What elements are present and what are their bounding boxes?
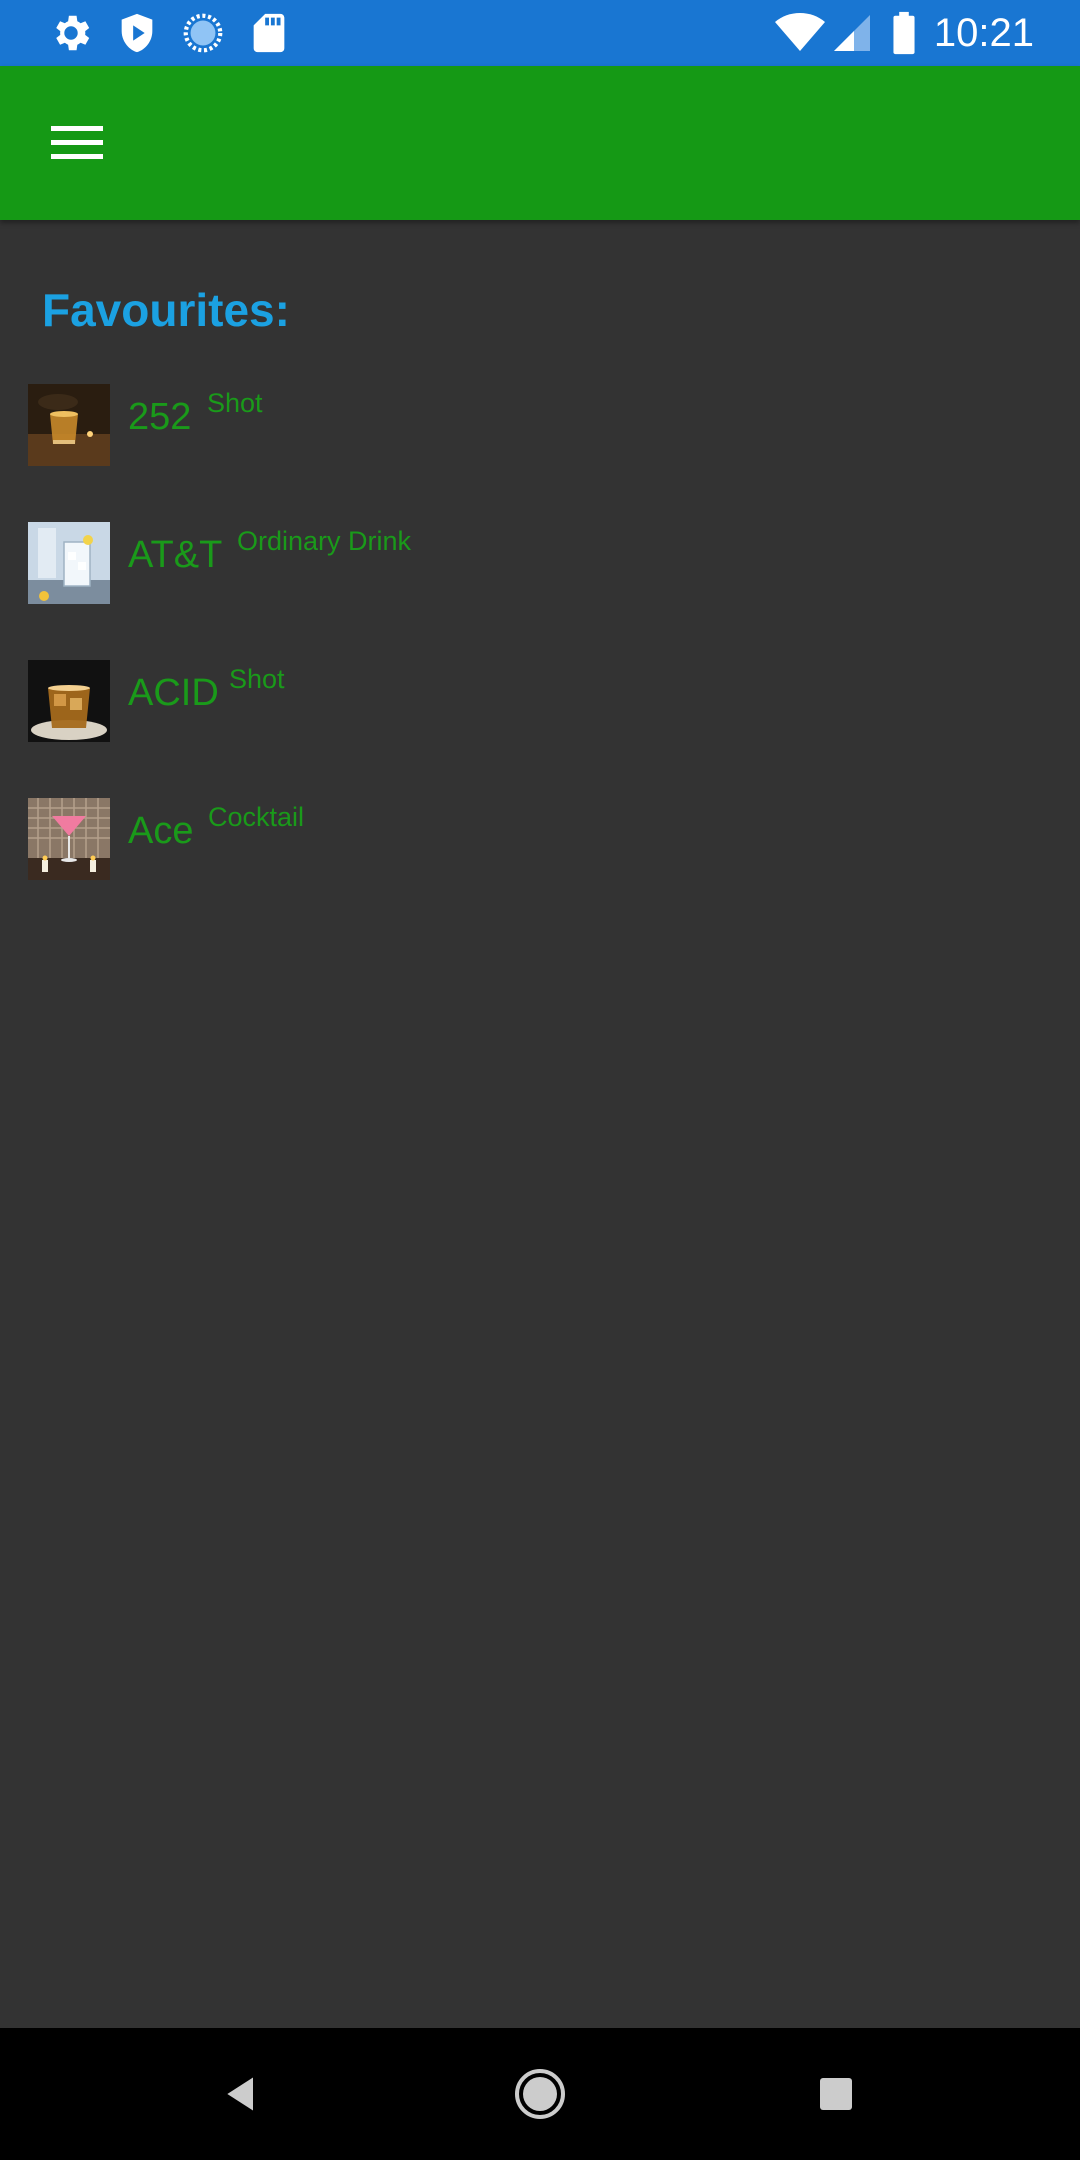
favourites-page: Favourites: 252 Shot AT&T Ordinary Drink… (0, 220, 1080, 2028)
list-item[interactable]: 252 Shot (0, 384, 1080, 522)
recents-button[interactable] (796, 2054, 876, 2134)
list-item[interactable]: Ace Cocktail (0, 798, 1080, 936)
sd-card-icon (246, 10, 292, 56)
home-icon (515, 2069, 565, 2119)
back-icon (227, 2077, 253, 2111)
shot-glass-thumbnail (28, 384, 110, 466)
hamburger-menu-icon (51, 126, 103, 159)
drink-name: ACID (128, 672, 219, 714)
navigation-bar (0, 2028, 1080, 2160)
highball-glass-thumbnail (28, 522, 110, 604)
back-button[interactable] (202, 2054, 282, 2134)
pink-martini-thumbnail (28, 798, 110, 880)
app-screen: 10:21 Favourites: 252 Shot AT&T Ordinary… (0, 0, 1080, 2160)
drink-category: Shot (207, 388, 263, 418)
home-button[interactable] (500, 2054, 580, 2134)
settings-icon (48, 10, 94, 56)
cell-signal-icon (832, 10, 872, 56)
status-time: 10:21 (933, 11, 1034, 55)
rocks-glass-thumbnail (28, 660, 110, 742)
drink-category: Ordinary Drink (237, 526, 412, 556)
recents-icon (820, 2078, 852, 2110)
drink-category: Cocktail (208, 802, 305, 832)
battery-icon (890, 10, 918, 56)
status-bar: 10:21 (0, 0, 1080, 66)
loading-circle-icon (180, 10, 226, 56)
drink-category: Shot (229, 664, 285, 694)
list-item[interactable]: ACID Shot (0, 660, 1080, 798)
favourites-list: 252 Shot AT&T Ordinary Drink ACID Shot A… (0, 384, 1080, 936)
page-title: Favourites: (42, 284, 290, 336)
app-bar (0, 66, 1080, 220)
drink-name: Ace (128, 810, 194, 852)
drink-name: AT&T (128, 534, 223, 576)
shield-play-icon (114, 10, 160, 56)
list-item[interactable]: AT&T Ordinary Drink (0, 522, 1080, 660)
drink-name: 252 (128, 396, 192, 438)
wifi-icon (774, 10, 826, 56)
menu-button[interactable] (32, 108, 122, 178)
